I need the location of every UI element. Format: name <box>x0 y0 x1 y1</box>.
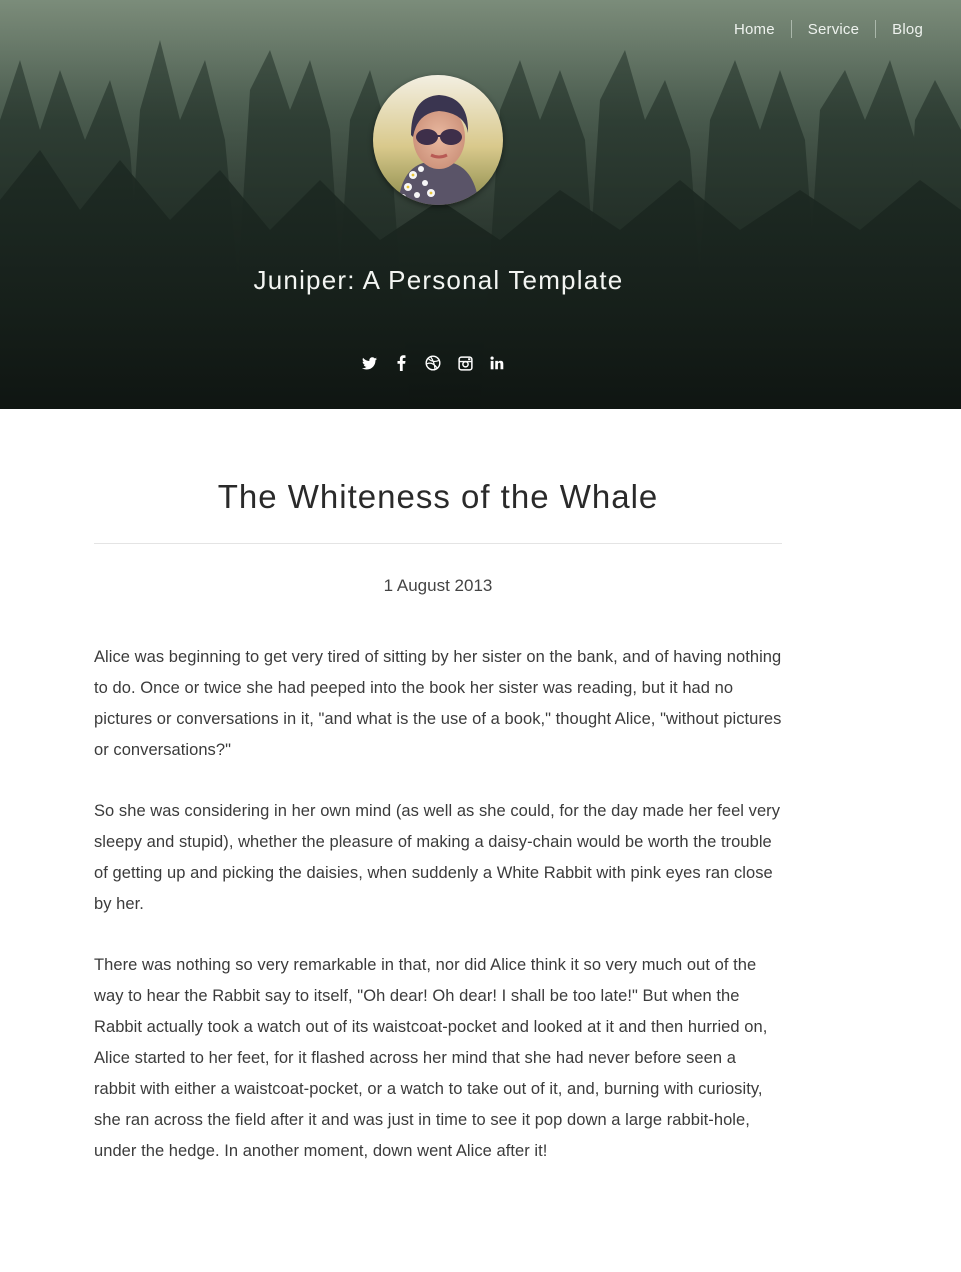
post-paragraph: So she was considering in her own mind (… <box>94 802 781 913</box>
social-links <box>358 352 508 374</box>
top-navigation: Home Service Blog <box>734 20 923 38</box>
post-paragraph: Alice was beginning to get very tired of… <box>94 648 782 759</box>
nav-separator <box>875 20 877 38</box>
instagram-icon[interactable] <box>454 352 476 374</box>
post-date: 1 August 2013 <box>383 576 493 595</box>
nav-item-service[interactable]: Service <box>808 21 859 38</box>
avatar-portrait-image <box>373 75 503 205</box>
nav-item-home[interactable]: Home <box>734 21 775 38</box>
post-paragraph: There was nothing so very remarkable in … <box>94 956 768 1160</box>
linkedin-icon[interactable] <box>486 352 508 374</box>
dribbble-icon[interactable] <box>422 352 444 374</box>
nav-item-blog[interactable]: Blog <box>892 21 923 38</box>
hero-header: Home Service Blog Juniper: A Personal Te… <box>0 0 961 409</box>
twitter-icon[interactable] <box>358 352 380 374</box>
facebook-icon[interactable] <box>390 352 412 374</box>
blog-post: The Whiteness of the Whale 1 August 2013… <box>94 409 782 1197</box>
site-title: Juniper: A Personal Template <box>253 265 624 295</box>
divider <box>94 543 782 544</box>
post-title: The Whiteness of the Whale <box>217 478 659 515</box>
post-body: Alice was beginning to get very tired of… <box>94 642 782 1167</box>
avatar <box>373 75 503 205</box>
nav-separator <box>790 20 792 38</box>
hero-overlay <box>0 0 961 409</box>
